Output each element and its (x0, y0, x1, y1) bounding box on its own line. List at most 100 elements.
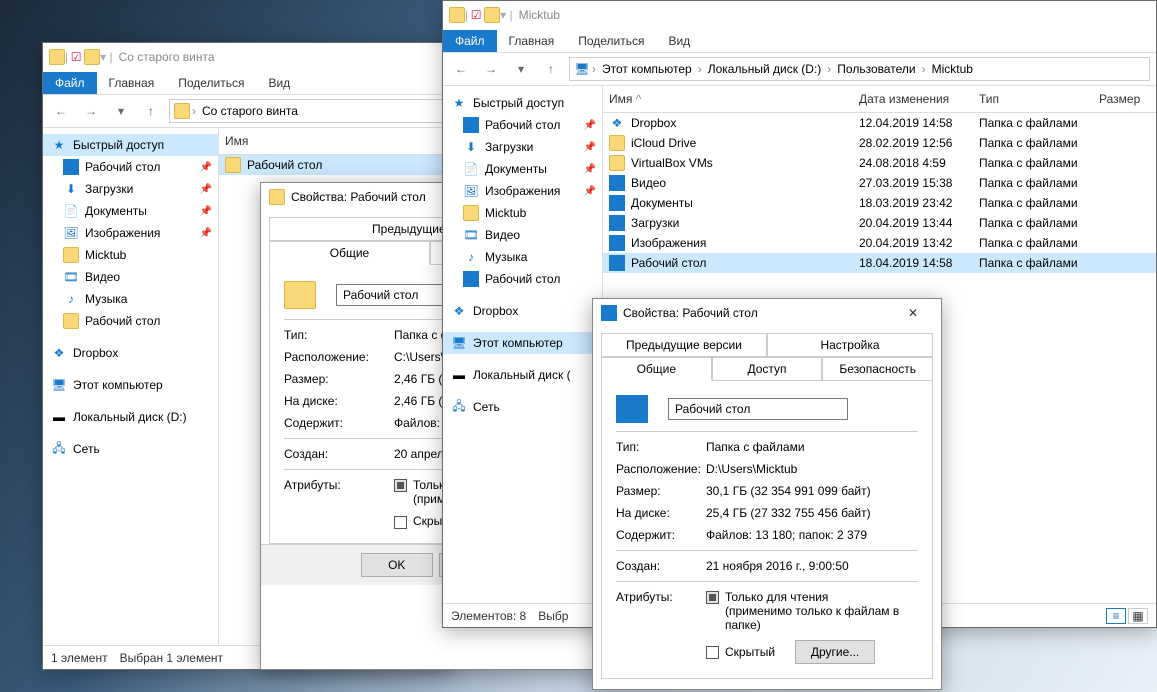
sidebar-drive[interactable]: ▬Локальный диск (D:) (43, 406, 218, 428)
close-icon[interactable]: ✕ (893, 306, 933, 320)
tab-view[interactable]: Вид (256, 72, 302, 94)
folder-icon (609, 175, 625, 191)
tab-general[interactable]: Общие (601, 357, 712, 381)
file-row[interactable]: Видео27.03.2019 15:38Папка с файлами (603, 173, 1156, 193)
file-row[interactable]: iCloud Drive28.02.2019 12:56Папка с файл… (603, 133, 1156, 153)
address-bar[interactable]: 🖥 › Этот компьютер › Локальный диск (D:)… (569, 57, 1150, 81)
dialog-title-bar[interactable]: Свойства: Рабочий стол ✕ (593, 299, 941, 327)
breadcrumb[interactable]: Micktub (928, 62, 977, 76)
folder-icon (609, 155, 625, 171)
breadcrumb[interactable]: Пользователи (833, 62, 919, 76)
file-row[interactable]: Рабочий стол (219, 155, 451, 175)
sidebar-network[interactable]: 🖧Сеть (43, 438, 218, 460)
sidebar-this-pc[interactable]: 🖥Этот компьютер (443, 332, 602, 354)
desktop-icon (463, 271, 479, 287)
tab-security[interactable]: Безопасность (822, 357, 933, 381)
sidebar-item-pictures[interactable]: 🖼Изображения📌 (443, 180, 602, 202)
tab-home[interactable]: Главная (97, 72, 167, 94)
label: Рабочий стол (485, 272, 560, 286)
sidebar-item-downloads[interactable]: ⬇Загрузки📌 (443, 136, 602, 158)
view-large-icon[interactable]: ▦ (1128, 608, 1148, 624)
pin-icon: 📌 (200, 162, 212, 173)
col-name[interactable]: Имя ^ (603, 90, 853, 108)
titlebar[interactable]: | ☑ ▾ | Micktub (443, 1, 1156, 29)
breadcrumb[interactable]: Локальный диск (D:) (704, 62, 826, 76)
nav-up-icon[interactable]: ↑ (539, 57, 563, 81)
tab-sharing[interactable]: Доступ (712, 357, 823, 381)
sidebar-item-micktub[interactable]: Micktub (443, 202, 602, 224)
file-row[interactable]: ❖Dropbox12.04.2019 14:58Папка с файлами (603, 113, 1156, 133)
sidebar-drive[interactable]: ▬Локальный диск ( (443, 364, 602, 386)
nav-forward-icon[interactable]: → (79, 99, 103, 123)
tab-previous-versions[interactable]: Предыдущие версии (601, 333, 767, 357)
chevron-down-icon[interactable]: ▾ (109, 99, 133, 123)
sidebar-quick-access[interactable]: ★Быстрый доступ (43, 134, 218, 156)
disk-label: На диске: (616, 506, 706, 520)
sidebar-quick-access[interactable]: ★Быстрый доступ (443, 92, 602, 114)
sidebar-item-desktop[interactable]: Рабочий стол (443, 268, 602, 290)
dropbox-icon: ❖ (451, 303, 467, 319)
file-date: 24.08.2018 4:59 (859, 156, 979, 170)
nav-back-icon[interactable]: ← (449, 57, 473, 81)
sidebar-dropbox[interactable]: ❖Dropbox (43, 342, 218, 364)
tab-file[interactable]: Файл (443, 30, 497, 52)
sidebar-item-music[interactable]: ♪Музыка (443, 246, 602, 268)
file-row[interactable]: Документы18.03.2019 23:42Папка с файлами (603, 193, 1156, 213)
sidebar-item-desktop[interactable]: Рабочий стол📌 (43, 156, 218, 178)
sidebar-item-downloads[interactable]: ⬇Загрузки📌 (43, 178, 218, 200)
nav-forward-icon[interactable]: → (479, 57, 503, 81)
col-name[interactable]: Имя (219, 132, 439, 150)
sidebar-item-music[interactable]: ♪Музыка (43, 288, 218, 310)
nav-up-icon[interactable]: ↑ (139, 99, 163, 123)
tab-customize[interactable]: Настройка (767, 333, 933, 357)
sidebar-item-video[interactable]: 🎞Видео (43, 266, 218, 288)
view-details-icon[interactable]: ≡ (1106, 608, 1126, 624)
tab-home[interactable]: Главная (497, 30, 567, 52)
label: Этот компьютер (73, 378, 163, 392)
col-date[interactable]: Дата изменения (853, 90, 973, 108)
sidebar-item-documents[interactable]: 📄Документы📌 (443, 158, 602, 180)
sidebar-item-desktop[interactable]: Рабочий стол (43, 310, 218, 332)
file-row[interactable]: Рабочий стол18.04.2019 14:58Папка с файл… (603, 253, 1156, 273)
sidebar-item-video[interactable]: 🎞Видео (443, 224, 602, 246)
sidebar-item-documents[interactable]: 📄Документы📌 (43, 200, 218, 222)
ribbon-tabs: Файл Главная Поделиться Вид (43, 71, 451, 95)
address-bar[interactable]: › Со старого винта (169, 99, 445, 123)
file-row[interactable]: VirtualBox VMs24.08.2018 4:59Папка с фай… (603, 153, 1156, 173)
file-row[interactable]: Изображения20.04.2019 13:42Папка с файла… (603, 233, 1156, 253)
col-type[interactable]: Тип (973, 90, 1093, 108)
folder-name-input[interactable]: Рабочий стол (668, 398, 848, 420)
col-size[interactable]: Размер (1093, 90, 1153, 108)
tab-view[interactable]: Вид (656, 30, 702, 52)
tab-share[interactable]: Поделиться (166, 72, 256, 94)
drive-icon: ▬ (451, 367, 467, 383)
sidebar-item-micktub[interactable]: Micktub (43, 244, 218, 266)
sidebar-item-desktop[interactable]: Рабочий стол📌 (443, 114, 602, 136)
file-row[interactable]: Загрузки20.04.2019 13:44Папка с файлами (603, 213, 1156, 233)
dialog-title: Свойства: Рабочий стол (291, 190, 426, 204)
column-headers[interactable]: Имя (219, 128, 451, 155)
documents-icon: 📄 (63, 203, 79, 219)
ok-button[interactable]: OK (361, 553, 433, 577)
hidden-checkbox[interactable]: Скрытый (706, 645, 775, 659)
sidebar-this-pc[interactable]: 🖥Этот компьютер (43, 374, 218, 396)
titlebar[interactable]: | ☑ ▾ | Со старого винта (43, 43, 451, 71)
size-label: Размер: (616, 484, 706, 498)
type-label: Тип: (616, 440, 706, 454)
other-button[interactable]: Другие... (795, 640, 875, 664)
tab-general[interactable]: Общие (269, 241, 430, 265)
breadcrumb[interactable]: Со старого винта (198, 104, 302, 118)
nav-back-icon[interactable]: ← (49, 99, 73, 123)
properties-dialog-2[interactable]: Свойства: Рабочий стол ✕ Предыдущие верс… (592, 298, 942, 690)
chevron-down-icon[interactable]: ▾ (509, 57, 533, 81)
readonly-checkbox[interactable]: Только для чтения (706, 590, 918, 604)
column-headers[interactable]: Имя ^ Дата изменения Тип Размер (603, 86, 1156, 113)
breadcrumb[interactable]: Этот компьютер (598, 62, 696, 76)
chevron-right-icon: › (190, 104, 198, 118)
tab-share[interactable]: Поделиться (566, 30, 656, 52)
tab-file[interactable]: Файл (43, 72, 97, 94)
sidebar-item-pictures[interactable]: 🖼Изображения📌 (43, 222, 218, 244)
folder-icon (269, 189, 285, 205)
sidebar-network[interactable]: 🖧Сеть (443, 396, 602, 418)
sidebar-dropbox[interactable]: ❖Dropbox (443, 300, 602, 322)
